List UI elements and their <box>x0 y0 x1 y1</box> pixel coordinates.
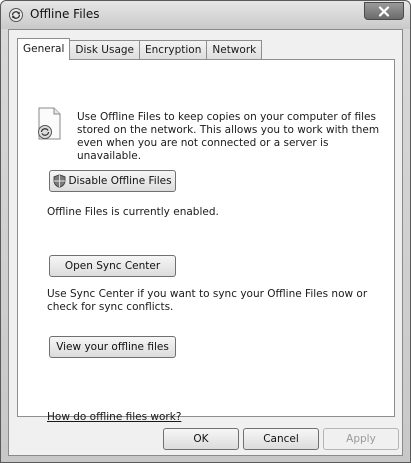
dialog-body: General Disk Usage Encryption Network Us… <box>8 29 403 456</box>
close-button[interactable] <box>364 2 404 20</box>
title-bar[interactable]: Offline Files <box>1 1 410 29</box>
tab-strip: General Disk Usage Encryption Network <box>17 38 263 60</box>
general-panel: Use Offline Files to keep copies on your… <box>17 59 395 423</box>
window-title: Offline Files <box>30 7 100 21</box>
sync-center-button-label: Open Sync Center <box>64 260 161 272</box>
tab-disk-usage[interactable]: Disk Usage <box>69 40 140 59</box>
intro-text: Use Offline Files to keep copies on your… <box>77 111 380 162</box>
cancel-button[interactable]: Cancel <box>243 428 319 450</box>
close-icon <box>378 5 390 17</box>
sync-description: Use Sync Center if you want to sync your… <box>47 288 368 313</box>
view-offline-files-button[interactable]: View your offline files <box>49 336 176 358</box>
status-text: Offline Files is currently enabled. <box>47 206 219 218</box>
ok-button[interactable]: OK <box>163 428 239 450</box>
shield-icon <box>54 174 66 188</box>
tab-general[interactable]: General <box>17 38 71 60</box>
tab-encryption[interactable]: Encryption <box>139 40 208 59</box>
offline-document-icon <box>38 107 61 140</box>
help-link[interactable]: How do offline files work? <box>47 411 181 423</box>
offline-files-icon <box>9 8 23 22</box>
offline-files-dialog: Offline Files General Disk Usage Encrypt… <box>0 0 411 463</box>
open-sync-center-button[interactable]: Open Sync Center <box>49 255 176 277</box>
disable-offline-files-button[interactable]: Disable Offline Files <box>49 170 176 192</box>
view-files-button-label: View your offline files <box>56 341 169 353</box>
tab-network[interactable]: Network <box>206 40 263 59</box>
apply-button[interactable]: Apply <box>323 428 399 450</box>
disable-button-label: Disable Offline Files <box>68 175 172 187</box>
